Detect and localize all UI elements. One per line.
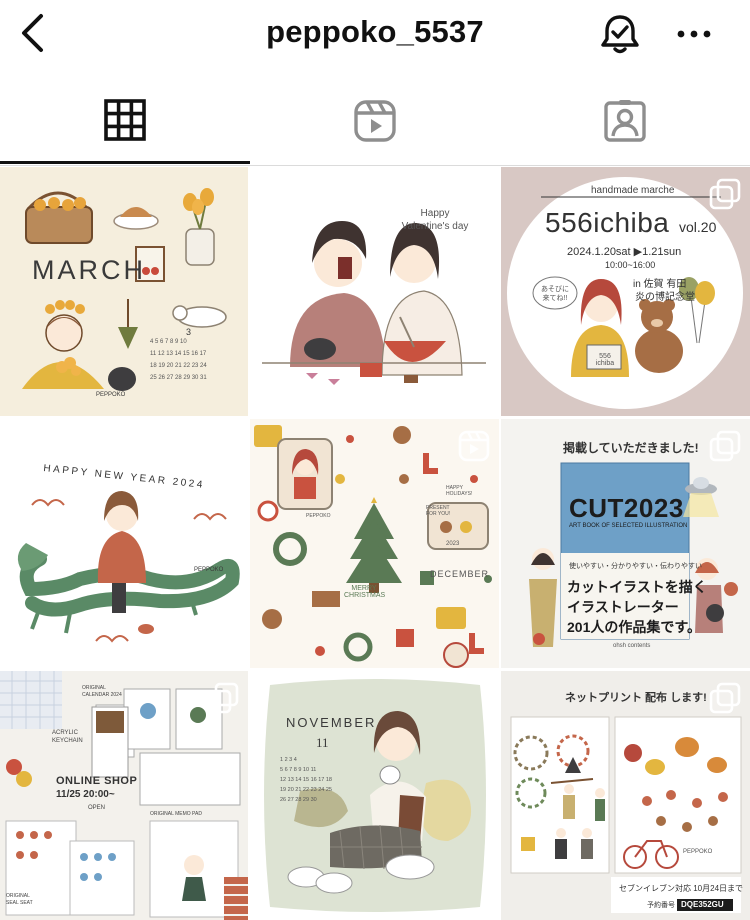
goods-label-calendar: ORIGINAL CALENDAR 2024 xyxy=(82,685,122,698)
post-text-year: 2023 xyxy=(446,541,460,547)
book-small-text: 使いやすい・分かりやすい・伝わりやすい xyxy=(569,563,702,570)
event-dates: 2024.1.20sat ▶1.21sun xyxy=(567,246,682,258)
book-line-1: カットイラストを描く xyxy=(567,579,707,595)
post-tile[interactable]: MERRY CHRISTMAS DECEMBER 2023 PEPPOKO HA… xyxy=(250,419,499,668)
post-tile[interactable]: handmade marche 556ichiba vol.20 2024.1.… xyxy=(501,167,750,416)
reels-icon xyxy=(354,100,396,142)
tagged-user-icon xyxy=(604,100,646,142)
carousel-icon xyxy=(709,682,741,714)
post-signature: PEPPOKO xyxy=(96,392,126,398)
svg-text:11 12 13 14 15 16 17: 11 12 13 14 15 16 17 xyxy=(150,351,207,357)
post-caption-title: NOVEMBER xyxy=(286,715,377,730)
post-tile[interactable]: HAPPY NEW YEAR 2024 PEPPOKO xyxy=(0,419,248,668)
goods-label-seal: ORIGINAL SEAL SEAT xyxy=(6,893,33,906)
post-calendar-month: 3 xyxy=(186,327,192,337)
post-text-happy-holidays: HAPPY HOLIDAYS! xyxy=(446,485,473,497)
carousel-icon xyxy=(207,682,239,714)
tab-reels[interactable] xyxy=(250,90,500,166)
event-title: 556ichiba xyxy=(545,207,670,238)
event-caption: handmade marche xyxy=(591,185,675,196)
svg-text:26 27 28 29 30: 26 27 28 29 30 xyxy=(280,797,317,803)
post-illustration xyxy=(250,167,499,416)
netprint-code: DQE352GU xyxy=(681,900,724,909)
post-text-merry-christmas: MERRY CHRISTMAS xyxy=(344,585,386,599)
bell-check-icon xyxy=(601,15,639,54)
post-caption-title: Happy Valentine's day xyxy=(401,208,469,232)
goods-label-date: 11/25 20:00~ xyxy=(56,789,115,800)
post-tile[interactable]: Happy Valentine's day xyxy=(250,167,499,416)
carousel-icon xyxy=(709,430,741,462)
post-text-signature: PEPPOKO xyxy=(306,513,331,519)
book-line-3: 201人の作品集です。 xyxy=(567,619,701,635)
carousel-icon xyxy=(709,178,741,210)
post-tile[interactable]: ORIGINAL CALENDAR 2024 ACRYLIC KEYCHAIN … xyxy=(0,671,248,920)
post-illustration xyxy=(0,419,248,668)
event-volume: vol.20 xyxy=(679,219,717,235)
svg-text:18 19 20 21 22 23 24: 18 19 20 21 22 23 24 xyxy=(150,363,207,369)
book-banner: 掲載していただきました! xyxy=(563,441,699,455)
post-illustration: 1 2 3 4 5 6 7 8 9 10 11 12 13 14 15 16 1… xyxy=(250,671,499,920)
svg-text:19 20 21 22 23 24 25: 19 20 21 22 23 24 25 xyxy=(280,787,332,793)
goods-label-online-shop: ONLINE SHOP xyxy=(56,775,138,787)
profile-header: peppoko_5537 xyxy=(0,0,750,68)
post-tile[interactable]: ネットプリント 配布 します! PEPPOKO セブンイレブン対応 10月24日… xyxy=(501,671,750,920)
post-calendar-month: 11 xyxy=(316,735,329,750)
post-signature: PEPPOKO xyxy=(194,567,224,573)
goods-label-keychain: ACRYLIC KEYCHAIN xyxy=(52,730,83,744)
event-bubble-text: あそびに 来てね!! xyxy=(541,286,569,302)
netprint-note: セブンイレブン対応 10月24日まで xyxy=(619,884,744,893)
svg-text:12 13 14 15 16 17 18: 12 13 14 15 16 17 18 xyxy=(280,777,332,783)
post-tile[interactable]: 掲載していただきました! CUT2023 ART BOOK OF SELECTE… xyxy=(501,419,750,668)
svg-text:25 26 27 28 29 30 31: 25 26 27 28 29 30 31 xyxy=(150,375,207,381)
post-text-month: DECEMBER xyxy=(430,569,490,579)
reels-icon xyxy=(458,430,490,462)
post-illustration: 4 5 6 7 8 9 10 11 12 13 14 15 16 17 18 1… xyxy=(0,167,248,416)
grid-icon xyxy=(104,99,146,141)
post-caption-title: MARCH xyxy=(32,255,146,285)
book-title: CUT2023 xyxy=(569,493,684,523)
netprint-sheet-title: PEPPOKO xyxy=(683,849,713,855)
svg-text:5 6 7 8 9 10 11: 5 6 7 8 9 10 11 xyxy=(280,767,316,773)
posts-grid: 4 5 6 7 8 9 10 11 12 13 14 15 16 17 18 1… xyxy=(0,167,750,920)
goods-label-memo: ORIGINAL MEMO PAD xyxy=(150,811,202,817)
post-text-present: PRESENT FOR YOU! xyxy=(426,505,451,517)
more-options-button[interactable] xyxy=(672,18,716,50)
svg-text:1 2 3 4: 1 2 3 4 xyxy=(280,757,297,763)
tab-posts-grid[interactable] xyxy=(0,90,250,166)
event-box-label: 556 ichiba xyxy=(595,353,615,367)
more-horizontal-icon xyxy=(677,30,711,38)
tab-tagged[interactable] xyxy=(500,90,750,166)
book-subtitle: ART BOOK OF SELECTED ILLUSTRATION xyxy=(569,523,688,529)
profile-tabs xyxy=(0,90,750,166)
event-time: 10:00~16:00 xyxy=(605,260,656,270)
post-tile[interactable]: 4 5 6 7 8 9 10 11 12 13 14 15 16 17 18 1… xyxy=(0,167,248,416)
book-line-2: イラストレーター xyxy=(567,599,679,615)
book-publisher: ohsh contents xyxy=(613,643,651,649)
netprint-code-label: 予約番号 xyxy=(647,902,675,909)
goods-label-open: OPEN xyxy=(88,805,106,811)
post-tile[interactable]: 1 2 3 4 5 6 7 8 9 10 11 12 13 14 15 16 1… xyxy=(250,671,499,920)
tab-divider xyxy=(0,165,750,166)
svg-text:4 5 6 7 8 9 10: 4 5 6 7 8 9 10 xyxy=(150,339,187,345)
event-place-line2: 炎の博記念堂 xyxy=(635,292,695,303)
notifications-button[interactable] xyxy=(596,11,644,57)
netprint-banner: ネットプリント 配布 します! xyxy=(565,692,707,704)
